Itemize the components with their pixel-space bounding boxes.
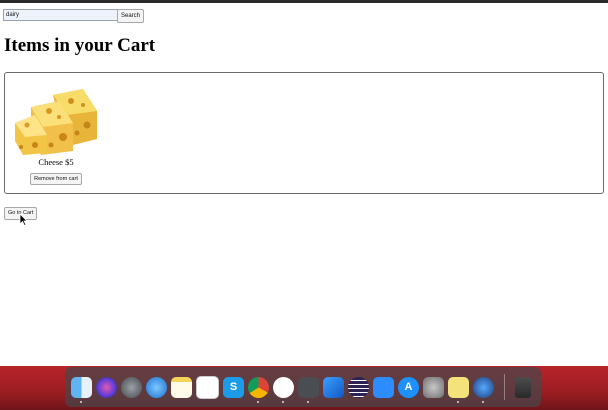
- mouse-cursor-icon: [19, 213, 28, 226]
- reminders-icon[interactable]: [196, 375, 219, 399]
- system-preferences-icon[interactable]: [423, 376, 444, 398]
- photoshop-icon[interactable]: [473, 376, 494, 403]
- dock: S A: [65, 367, 541, 407]
- cheese-image: [15, 89, 97, 155]
- cart-item: Cheese $5 Remove from cart: [13, 85, 99, 185]
- finder-icon[interactable]: [71, 376, 92, 403]
- stickies-icon[interactable]: [448, 376, 469, 403]
- safari-icon[interactable]: [146, 376, 167, 398]
- slack-icon[interactable]: [273, 376, 294, 403]
- dock-separator: [504, 374, 505, 400]
- app-store-icon[interactable]: A: [398, 376, 419, 398]
- trash-icon[interactable]: [515, 376, 531, 398]
- launchpad-icon[interactable]: [121, 376, 142, 398]
- skype-icon[interactable]: S: [223, 376, 244, 398]
- search-input[interactable]: [3, 9, 119, 21]
- browser-page: Search Items in your Cart Cheese: [0, 3, 608, 366]
- xcode-icon[interactable]: [323, 376, 344, 398]
- zoom-icon[interactable]: [373, 376, 394, 398]
- remove-from-cart-button[interactable]: Remove from cart: [30, 173, 82, 185]
- cart-container: Cheese $5 Remove from cart: [4, 72, 604, 194]
- chrome-icon[interactable]: [248, 376, 269, 403]
- eclipse-icon[interactable]: [348, 376, 369, 398]
- search-button[interactable]: Search: [117, 9, 145, 23]
- cart-item-caption: Cheese $5: [38, 157, 74, 167]
- page-title: Items in your Cart: [4, 35, 156, 56]
- siri-icon[interactable]: [96, 376, 117, 398]
- notes-icon[interactable]: [171, 376, 192, 398]
- sublime-icon[interactable]: [298, 376, 319, 403]
